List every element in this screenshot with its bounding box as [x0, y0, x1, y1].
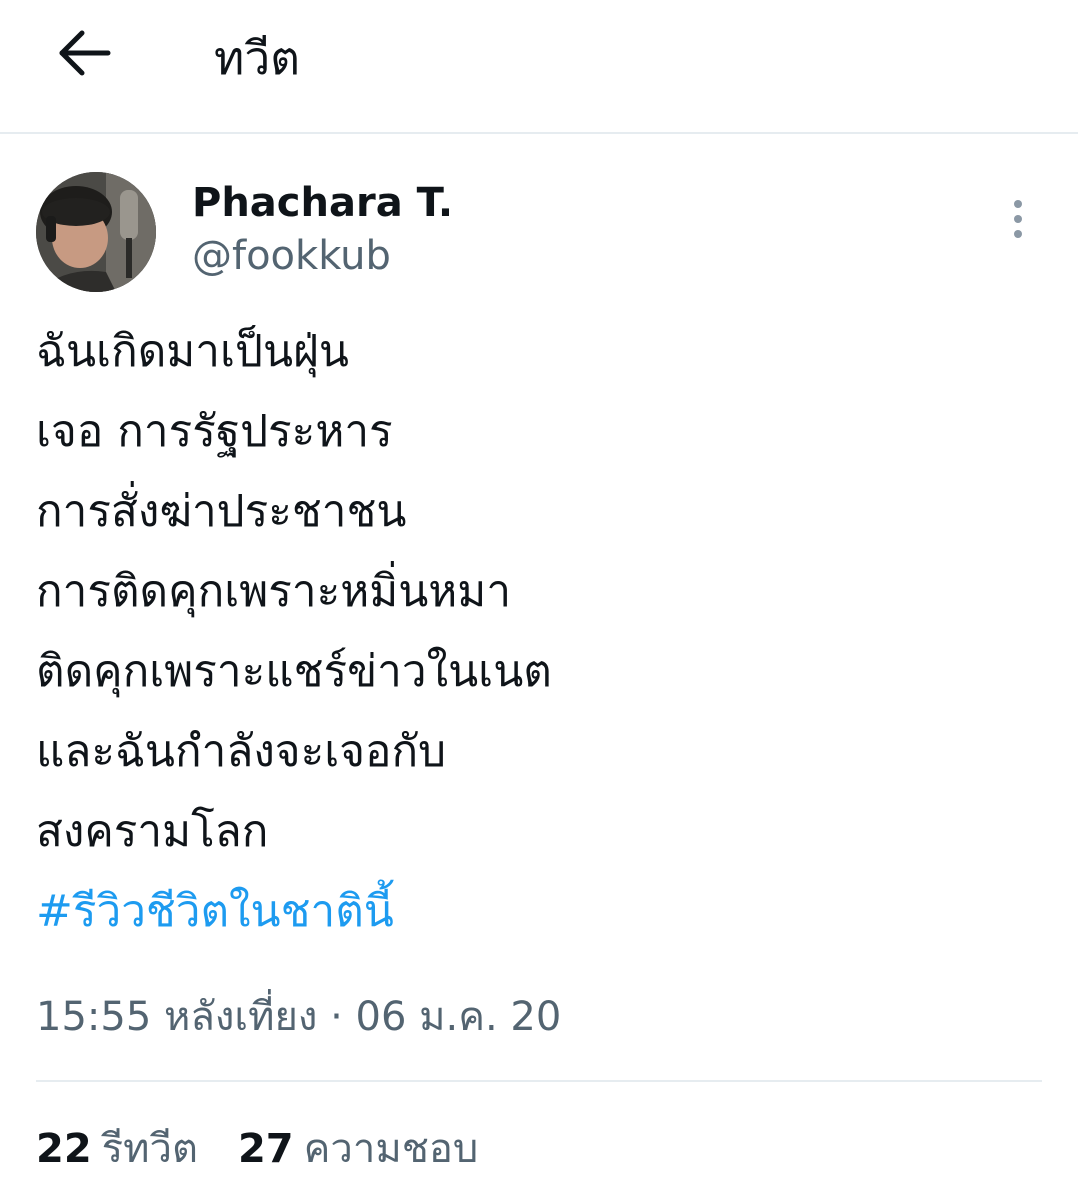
page-title: ทวีต: [214, 31, 301, 85]
top-bar: ทวีต: [0, 0, 1078, 134]
tweet-text-line: การติดคุกเพราะหมิ่นหมา: [36, 566, 512, 617]
tweet-text-line: และฉันกำลังจะเจอกับ: [36, 726, 447, 777]
author-username[interactable]: @fookkub: [192, 231, 391, 281]
more-vertical-icon: [1014, 215, 1022, 223]
divider: [36, 1080, 1042, 1082]
likes-count: 27: [237, 1126, 294, 1172]
tweet-text-line: ติดคุกเพราะแชร์ข่าวในเนต: [36, 646, 552, 697]
tweet-text-line: สงครามโลก: [36, 806, 269, 857]
retweets-stat[interactable]: 22 รีทวีต: [36, 1122, 198, 1176]
avatar[interactable]: [36, 172, 156, 292]
tweet-text-line: การสั่งฆ่าประชาชน: [36, 486, 407, 537]
tweet-detail: Phachara T. @fookkub ฉันเกิดมาเป็นฝุ่น เ…: [0, 134, 1078, 1200]
retweets-label: รีทวีต: [101, 1126, 198, 1172]
tweet-stats: 22 รีทวีต 27 ความชอบ: [36, 1122, 478, 1176]
tweet-text: ฉันเกิดมาเป็นฝุ่น เจอ การรัฐประหาร การสั…: [36, 312, 1036, 952]
tweet-text-line: เจอ การรัฐประหาร: [36, 406, 393, 457]
tweet-timestamp[interactable]: 15:55 หลังเที่ยง · 06 ม.ค. 20: [36, 990, 561, 1044]
retweets-count: 22: [36, 1126, 92, 1172]
more-options-button[interactable]: [1000, 194, 1036, 244]
more-vertical-icon: [1014, 200, 1022, 208]
arrow-left-icon: [59, 30, 111, 76]
likes-stat[interactable]: 27 ความชอบ: [238, 1122, 478, 1176]
back-button[interactable]: [52, 24, 116, 82]
tweet-text-line: ฉันเกิดมาเป็นฝุ่น: [36, 326, 349, 377]
likes-label: ความชอบ: [303, 1126, 479, 1172]
author-display-name[interactable]: Phachara T.: [192, 178, 453, 228]
more-vertical-icon: [1014, 230, 1022, 238]
avatar-photo: [36, 172, 156, 292]
hashtag-link[interactable]: #รีวิวชีวิตในชาตินี้: [36, 872, 1036, 952]
